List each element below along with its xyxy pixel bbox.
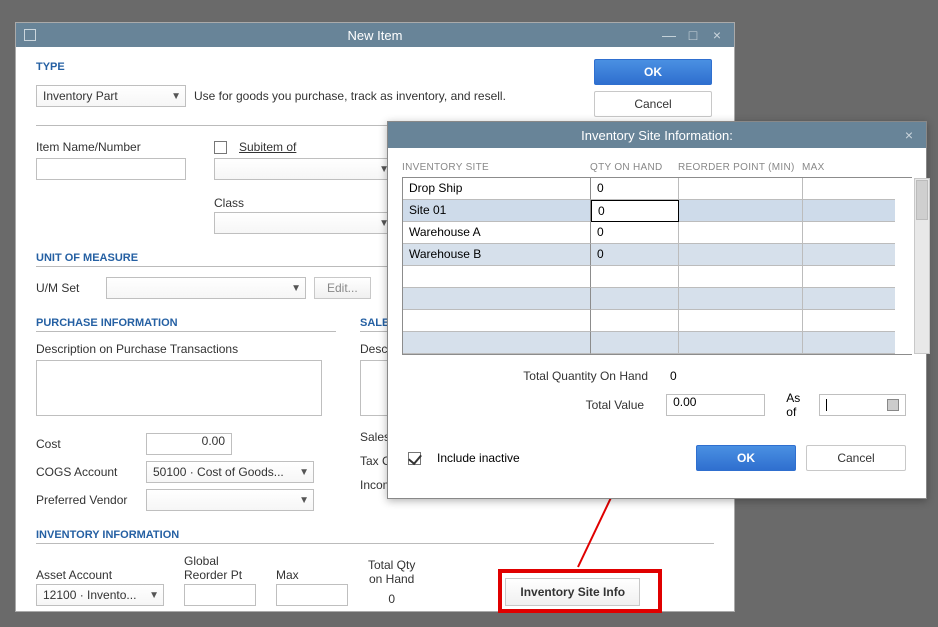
titlebar[interactable]: New Item — □ × xyxy=(16,23,734,47)
qty-cell[interactable]: 0 xyxy=(591,244,679,266)
type-select-value: Inventory Part xyxy=(43,89,118,103)
chevron-down-icon: ▼ xyxy=(291,283,301,294)
site-cell: Drop Ship xyxy=(403,178,591,200)
inventory-site-info-button[interactable]: Inventory Site Info xyxy=(505,578,640,606)
window-title: New Item xyxy=(348,28,403,43)
cost-label: Cost xyxy=(36,437,146,451)
table-row[interactable]: Drop Ship 0 xyxy=(403,178,912,200)
window-icon xyxy=(24,29,36,41)
calendar-icon[interactable] xyxy=(887,399,899,411)
cogs-value: 50100 · Cost of Goods... xyxy=(153,465,284,479)
asof-input[interactable] xyxy=(819,394,906,416)
qty-cell[interactable]: 0 xyxy=(591,178,679,200)
max-cell[interactable] xyxy=(803,244,895,266)
modal-ok-button[interactable]: OK xyxy=(696,445,796,471)
qty-cell[interactable]: 0 xyxy=(591,200,679,222)
cost-input[interactable]: 0.00 xyxy=(146,433,232,455)
asset-value: 12100 · Invento... xyxy=(43,588,136,602)
cogs-select[interactable]: 50100 · Cost of Goods... ▼ xyxy=(146,461,314,483)
max-label: Max xyxy=(276,568,348,582)
type-hint: Use for goods you purchase, track as inv… xyxy=(194,89,506,103)
modal-close-button[interactable]: × xyxy=(900,123,918,147)
table-row[interactable]: Warehouse A 0 xyxy=(403,222,912,244)
inventory-site-modal: Inventory Site Information: × INVENTORY … xyxy=(387,121,927,499)
close-button[interactable]: × xyxy=(708,23,726,47)
asset-label: Asset Account xyxy=(36,568,164,582)
chevron-down-icon: ▼ xyxy=(299,467,309,478)
type-select[interactable]: Inventory Part ▼ xyxy=(36,85,186,107)
table-row[interactable] xyxy=(403,266,912,288)
site-cell: Warehouse B xyxy=(403,244,591,266)
max-cell[interactable] xyxy=(803,200,895,222)
pref-vendor-select[interactable]: ▼ xyxy=(146,489,314,511)
item-name-label: Item Name/Number xyxy=(36,140,186,154)
chevron-down-icon: ▼ xyxy=(299,495,309,506)
scrollbar-thumb[interactable] xyxy=(916,180,928,220)
col-qty: QTY ON HAND xyxy=(590,162,678,177)
chevron-down-icon: ▼ xyxy=(171,91,181,102)
col-max: MAX xyxy=(802,162,894,177)
modal-cancel-button[interactable]: Cancel xyxy=(806,445,906,471)
site-cell: Warehouse A xyxy=(403,222,591,244)
purchase-desc-input[interactable] xyxy=(36,360,322,416)
uom-select[interactable]: ▼ xyxy=(106,277,306,299)
table-row[interactable]: Warehouse B 0 xyxy=(403,244,912,266)
cancel-button[interactable]: Cancel xyxy=(594,91,712,117)
modal-title: Inventory Site Information: xyxy=(581,128,733,143)
total-value-input[interactable]: 0.00 xyxy=(666,394,765,416)
rp-cell[interactable] xyxy=(679,244,803,266)
cogs-label: COGS Account xyxy=(36,465,146,479)
col-reorder: REORDER POINT (MIN) xyxy=(678,162,802,177)
scrollbar[interactable] xyxy=(914,178,930,354)
qty-cell[interactable]: 0 xyxy=(591,222,679,244)
uom-label: U/M Set xyxy=(36,281,98,295)
item-name-input[interactable] xyxy=(36,158,186,180)
subitem-checkbox[interactable] xyxy=(214,141,227,154)
max-cell[interactable] xyxy=(803,222,895,244)
site-cell: Site 01 xyxy=(403,200,591,222)
class-label: Class xyxy=(214,196,394,210)
inventory-section-label: INVENTORY INFORMATION xyxy=(36,529,714,544)
total-qty-label-2: on Hand xyxy=(368,572,415,586)
purchase-desc-label: Description on Purchase Transactions xyxy=(36,342,336,356)
minimize-button[interactable]: — xyxy=(660,23,678,47)
total-qty-label: Total Quantity On Hand xyxy=(408,369,670,383)
global-reorder-label-1: Global xyxy=(184,554,256,568)
rp-cell[interactable] xyxy=(679,222,803,244)
include-inactive-checkbox[interactable] xyxy=(408,452,421,465)
total-qty-value: 0 xyxy=(670,369,677,383)
asof-label: As of xyxy=(786,391,813,419)
inventory-site-table[interactable]: Drop Ship 0 Site 01 0 Warehouse A 0 xyxy=(402,177,912,355)
subitem-select[interactable]: ▼ xyxy=(214,158,394,180)
purchase-section-label: PURCHASE INFORMATION xyxy=(36,317,336,332)
rp-cell[interactable] xyxy=(679,178,803,200)
total-qty-label-1: Total Qty xyxy=(368,558,415,572)
ok-button[interactable]: OK xyxy=(594,59,712,85)
table-row[interactable] xyxy=(403,288,912,310)
max-input[interactable] xyxy=(276,584,348,606)
include-inactive-label: Include inactive xyxy=(437,451,520,465)
table-row[interactable] xyxy=(403,332,912,354)
table-row[interactable] xyxy=(403,310,912,332)
class-select[interactable]: ▼ xyxy=(214,212,394,234)
reorder-pt-input[interactable] xyxy=(184,584,256,606)
asset-select[interactable]: 12100 · Invento... ▼ xyxy=(36,584,164,606)
modal-titlebar[interactable]: Inventory Site Information: × xyxy=(388,122,926,148)
uom-edit-button[interactable]: Edit... xyxy=(314,277,371,299)
subitem-label: Subitem of xyxy=(239,140,296,154)
chevron-down-icon: ▼ xyxy=(149,590,159,601)
col-site: INVENTORY SITE xyxy=(402,162,590,177)
table-row[interactable]: Site 01 0 xyxy=(403,200,912,222)
global-reorder-label-2: Reorder Pt xyxy=(184,568,256,582)
total-value-label: Total Value xyxy=(408,398,666,412)
maximize-button[interactable]: □ xyxy=(684,23,702,47)
rp-cell[interactable] xyxy=(679,200,803,222)
total-qty-value: 0 xyxy=(368,592,415,606)
pref-vendor-label: Preferred Vendor xyxy=(36,493,146,507)
max-cell[interactable] xyxy=(803,178,895,200)
